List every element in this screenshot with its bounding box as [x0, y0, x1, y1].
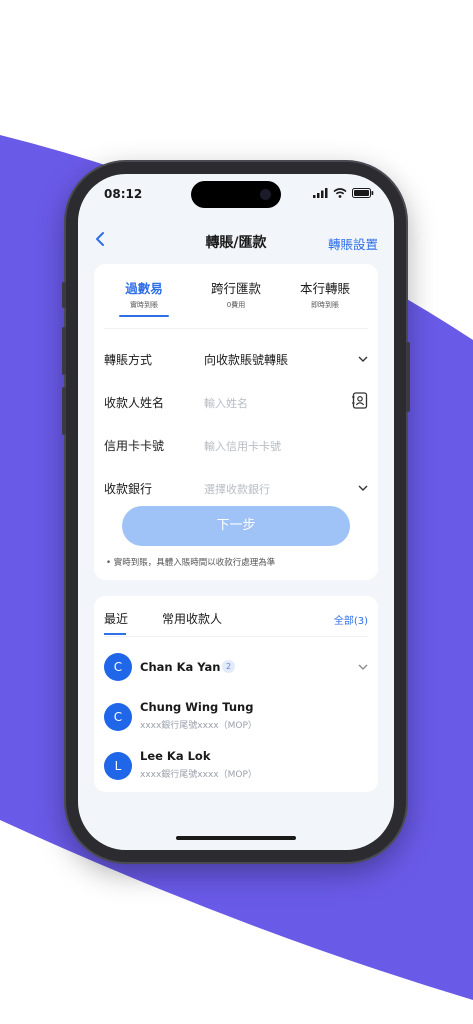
- active-tab-indicator: [104, 633, 126, 635]
- payee-account: xxxx銀行尾號xxxx（MOP）: [140, 721, 257, 731]
- phone-side-button: [62, 327, 66, 375]
- avatar: L: [104, 752, 132, 780]
- tab-label: 本行轉賬: [299, 281, 350, 296]
- transfer-form-card: 過數易 實時到賬 跨行匯款 0費用 本行轉賬 即時到賬 轉賬方式 向收款賬號轉賬: [94, 264, 378, 580]
- phone-frame: 08:12 轉賬/匯款 轉賬設置 過數易 實時到賬 跨行匯款 0費用 本行轉賬 …: [62, 162, 410, 862]
- chevron-down-icon: [358, 485, 368, 491]
- recent-payees-card: 最近 常用收款人 全部(3) C Chan Ka Yan 2 C Chung W…: [94, 596, 378, 792]
- payee-bank-placeholder: 選擇收款銀行: [204, 483, 270, 496]
- field-label: 信用卡卡號: [104, 439, 165, 453]
- contact-book-icon[interactable]: [351, 392, 368, 409]
- tab-recent[interactable]: 最近: [104, 610, 128, 635]
- field-label: 收款銀行: [104, 482, 153, 496]
- transfer-method-value: 向收款賬號轉賬: [204, 353, 289, 367]
- active-tab-indicator: [119, 315, 169, 317]
- tab-sublabel: 0費用: [226, 301, 246, 309]
- payee-name-input[interactable]: 輸入姓名: [204, 395, 248, 411]
- payee-name: Chung Wing Tung: [140, 700, 254, 714]
- tab-label: 跨行匯款: [210, 281, 261, 296]
- avatar: C: [104, 653, 132, 681]
- transfer-type-tabs: 過數易 實時到賬 跨行匯款 0費用 本行轉賬 即時到賬: [94, 278, 378, 322]
- transfer-settings-link[interactable]: 轉賬設置: [328, 234, 378, 253]
- divider: [104, 636, 368, 637]
- payee-name-field[interactable]: 收款人姓名 輸入姓名: [104, 391, 368, 413]
- camera-icon: [260, 189, 271, 200]
- tab-sublabel: 即時到賬: [311, 301, 339, 309]
- status-icons: [313, 188, 374, 198]
- chevron-down-icon[interactable]: [358, 662, 368, 672]
- payee-item[interactable]: L Lee Ka Lok xxxx銀行尾號xxxx（MOP）: [104, 749, 368, 783]
- divider: [104, 328, 368, 329]
- phone-screen: 08:12 轉賬/匯款 轉賬設置 過數易 實時到賬 跨行匯款 0費用 本行轉賬 …: [78, 174, 394, 850]
- payee-bank-select[interactable]: 收款銀行 選擇收款銀行: [104, 477, 368, 499]
- next-step-button[interactable]: 下一步: [122, 506, 350, 546]
- tab-label: 過數易: [125, 281, 163, 296]
- transfer-note: • 實時到賬，具體入賬時間以收款行處理為準: [106, 558, 276, 568]
- signal-icon: [313, 188, 328, 198]
- payee-item[interactable]: C Chan Ka Yan 2: [104, 653, 368, 687]
- home-indicator[interactable]: [176, 836, 296, 840]
- tab-sublabel: 實時到賬: [130, 301, 158, 309]
- tab-intrabank-transfer[interactable]: 本行轉賬 即時到賬: [281, 278, 369, 310]
- tab-frequent-payees[interactable]: 常用收款人: [162, 610, 222, 627]
- tab-label: 常用收款人: [162, 612, 223, 626]
- nav-bar: 轉賬/匯款 轉賬設置: [78, 218, 394, 258]
- dynamic-island: [191, 181, 281, 208]
- payee-account: xxxx銀行尾號xxxx（MOP）: [140, 770, 257, 780]
- payee-name: Lee Ka Lok: [140, 749, 211, 763]
- field-label: 收款人姓名: [104, 396, 165, 410]
- phone-side-button: [62, 387, 66, 435]
- card-number-field[interactable]: 信用卡卡號 輸入信用卡卡號: [104, 434, 368, 456]
- phone-side-button: [62, 282, 66, 308]
- view-all-link[interactable]: 全部(3): [334, 612, 368, 627]
- wifi-icon: [333, 188, 347, 198]
- avatar: C: [104, 703, 132, 731]
- card-number-input[interactable]: 輸入信用卡卡號: [204, 438, 281, 454]
- payee-name: Chan Ka Yan: [140, 660, 221, 674]
- field-label: 轉賬方式: [104, 353, 153, 367]
- transfer-note-text: 實時到賬，具體入賬時間以收款行處理為準: [113, 558, 276, 568]
- tab-instant-transfer[interactable]: 過數易 實時到賬: [100, 278, 188, 317]
- battery-icon: [352, 188, 374, 198]
- tab-interbank-remittance[interactable]: 跨行匯款 0費用: [192, 278, 280, 310]
- chevron-down-icon: [358, 356, 368, 362]
- count-badge: 2: [222, 660, 235, 673]
- payee-item[interactable]: C Chung Wing Tung xxxx銀行尾號xxxx（MOP）: [104, 700, 368, 734]
- status-time: 08:12: [104, 187, 143, 201]
- tab-label: 最近: [104, 612, 129, 626]
- transfer-method-select[interactable]: 轉賬方式 向收款賬號轉賬: [104, 348, 368, 370]
- phone-power-button: [406, 342, 410, 412]
- status-bar: 08:12: [78, 174, 394, 214]
